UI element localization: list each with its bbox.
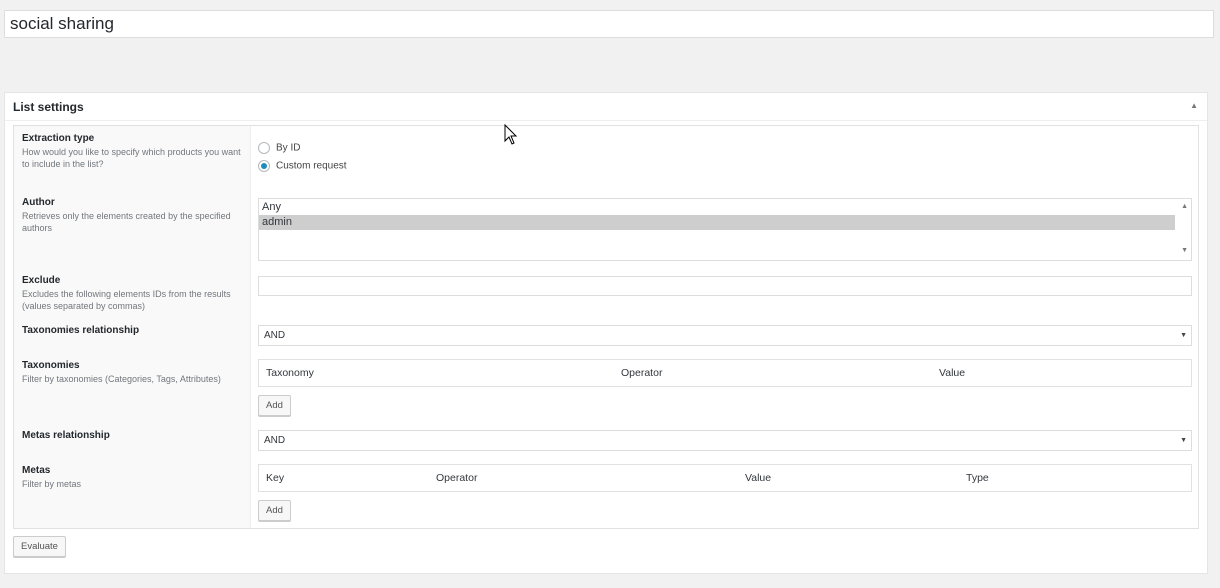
scroll-up-icon[interactable]: ▲: [1181, 203, 1188, 210]
author-option-admin[interactable]: admin: [259, 215, 1175, 230]
radio-by-id-label: By ID: [276, 142, 301, 154]
metas-col-key: Key: [266, 472, 285, 484]
radio-icon[interactable]: [258, 142, 270, 154]
taxonomies-relationship-value: AND: [264, 330, 286, 341]
settings-table: Extraction type How would you like to sp…: [13, 125, 1199, 529]
author-label: Author: [22, 197, 55, 208]
arrow-up-icon[interactable]: ▲: [1190, 101, 1198, 110]
metas-label: Metas: [22, 465, 51, 476]
taxonomies-col-value: Value: [939, 367, 966, 379]
metas-table-header: Key Operator Value Type: [258, 464, 1192, 492]
scroll-down-icon[interactable]: ▼: [1181, 247, 1188, 254]
list-settings-postbox: List settings ▲ Extraction type How woul…: [4, 92, 1208, 574]
radio-custom-request-label: Custom request: [276, 160, 347, 172]
title-input[interactable]: [4, 10, 1214, 38]
metas-col-value: Value: [745, 472, 772, 484]
metas-col-type: Type: [966, 472, 989, 484]
mouse-pointer-icon: [504, 124, 518, 145]
radio-checked-icon[interactable]: [258, 160, 270, 172]
taxonomies-relationship-label: Taxonomies relationship: [22, 325, 140, 336]
radio-custom-request[interactable]: Custom request: [258, 160, 347, 172]
extraction-type-description: How would you like to specify which prod…: [22, 147, 241, 169]
exclude-description: Excludes the following elements IDs from…: [22, 289, 231, 311]
taxonomies-table-header: Taxonomy Operator Value: [258, 359, 1192, 387]
taxonomies-col-operator: Operator: [621, 367, 663, 379]
exclude-label: Exclude: [22, 275, 61, 286]
metas-relationship-value: AND: [264, 435, 286, 446]
extraction-type-label: Extraction type: [22, 133, 95, 144]
metas-add-button[interactable]: Add: [258, 500, 291, 521]
metas-relationship-label: Metas relationship: [22, 430, 110, 441]
exclude-input[interactable]: [258, 276, 1192, 296]
metas-col-operator: Operator: [436, 472, 478, 484]
caret-down-icon: ▼: [1180, 332, 1187, 339]
taxonomies-description: Filter by taxonomies (Categories, Tags, …: [22, 374, 221, 384]
taxonomies-col-taxonomy: Taxonomy: [266, 367, 314, 379]
author-option-any[interactable]: Any: [259, 200, 1175, 215]
author-listbox[interactable]: Any admin ▲ ▼: [258, 198, 1192, 261]
metas-description: Filter by metas: [22, 479, 82, 489]
metas-relationship-select[interactable]: AND ▼: [258, 430, 1192, 451]
taxonomies-relationship-select[interactable]: AND ▼: [258, 325, 1192, 346]
postbox-header[interactable]: List settings ▲: [5, 93, 1207, 121]
taxonomies-add-button[interactable]: Add: [258, 395, 291, 416]
postbox-title: List settings: [13, 100, 84, 114]
evaluate-button[interactable]: Evaluate: [13, 536, 66, 557]
radio-by-id[interactable]: By ID: [258, 142, 300, 154]
caret-down-icon: ▼: [1180, 437, 1187, 444]
author-description: Retrieves only the elements created by t…: [22, 211, 231, 233]
taxonomies-label: Taxonomies: [22, 360, 80, 371]
